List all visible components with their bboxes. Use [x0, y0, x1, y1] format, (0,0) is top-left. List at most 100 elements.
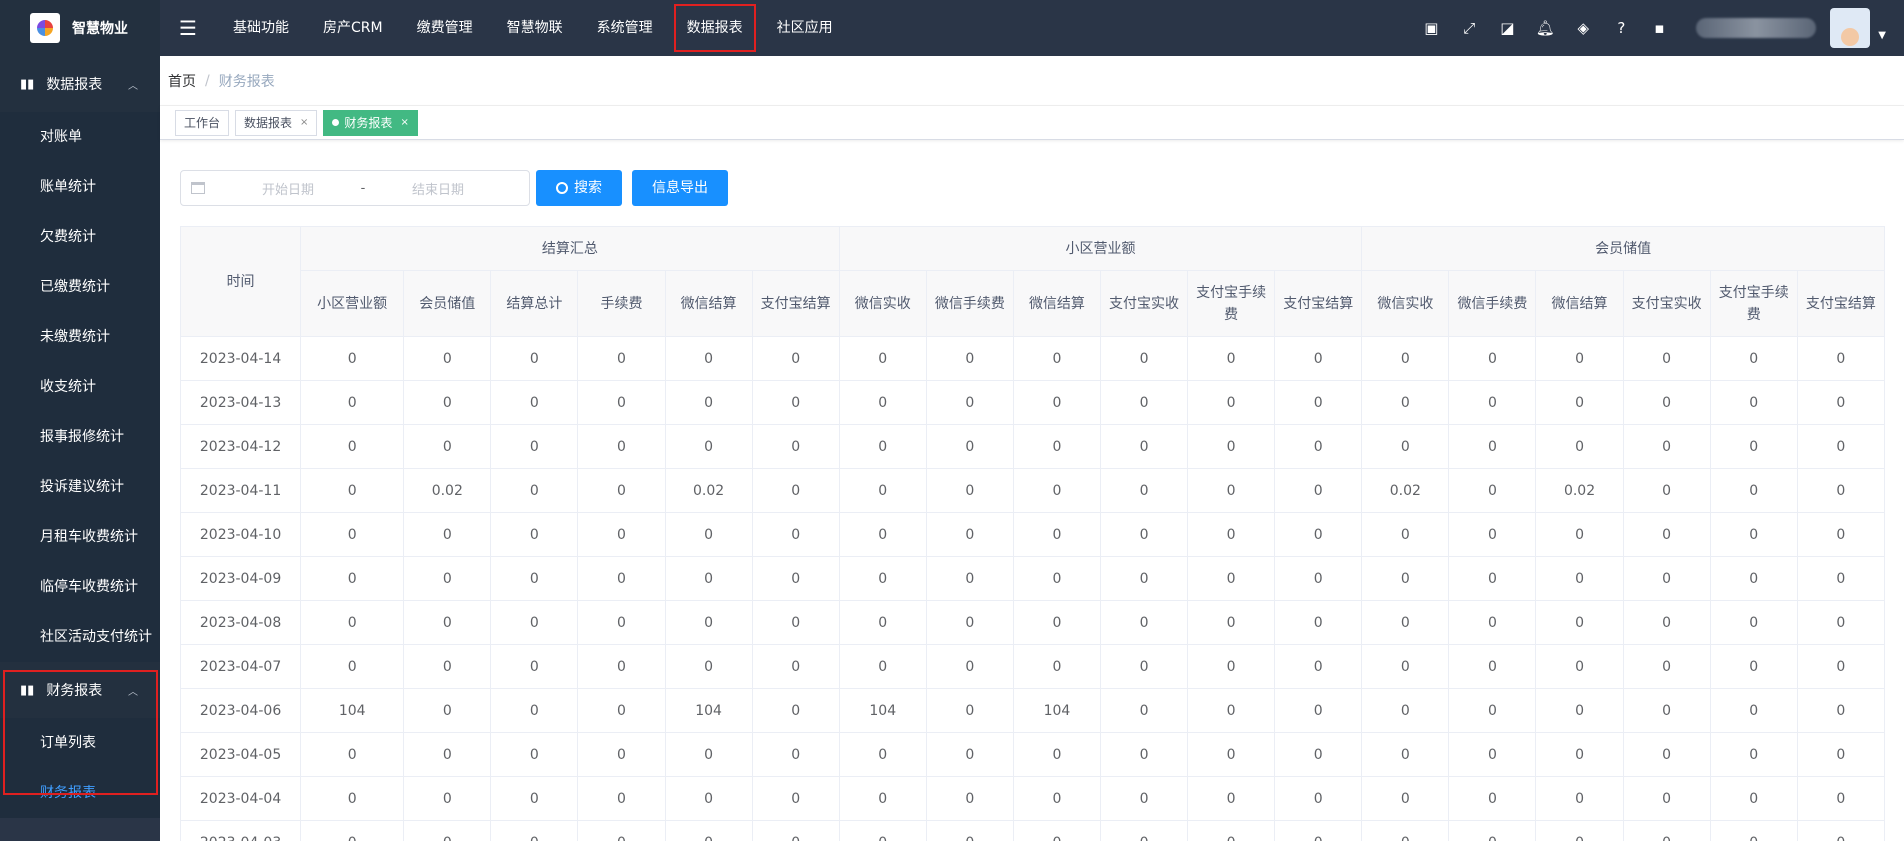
cell-value: 0: [664, 776, 753, 821]
caret-down-icon[interactable]: ▼: [1878, 16, 1886, 41]
sidebar-item-complaint-stats[interactable]: 投诉建议统计: [0, 462, 160, 512]
cell-value: 104: [1012, 688, 1101, 733]
cell-value: 0: [1448, 732, 1537, 777]
start-date-input[interactable]: 开始日期: [223, 179, 353, 198]
cell-value: 0: [925, 468, 1014, 513]
top-nav-community[interactable]: 社区应用: [760, 0, 850, 56]
logo[interactable]: 智慧物业: [0, 0, 160, 56]
close-icon[interactable]: ×: [300, 111, 308, 135]
sidebar-item-arrears-stats[interactable]: 欠费统计: [0, 212, 160, 262]
cell-value: 0: [1622, 732, 1711, 777]
cell-value: 0: [1012, 512, 1101, 557]
cell-value: 0: [490, 600, 579, 645]
tag-data-reports[interactable]: 数据报表 ×: [235, 109, 318, 136]
top-nav-payment[interactable]: 缴费管理: [400, 0, 490, 56]
app-icon[interactable]: ▣: [1412, 0, 1450, 56]
cell-value: 0: [1622, 644, 1711, 689]
cell-value: 0: [1709, 688, 1798, 733]
search-button[interactable]: 搜索: [536, 170, 622, 206]
cell-value: 0: [1535, 600, 1624, 645]
cell-date: 2023-04-09: [179, 556, 302, 601]
top-nav-crm[interactable]: 房产CRM: [306, 0, 400, 56]
cell-value: 0: [1709, 424, 1798, 469]
cell-value: 0: [1012, 820, 1101, 841]
tag-finance-report[interactable]: 财务报表 ×: [323, 109, 418, 136]
hamburger-icon[interactable]: ☰: [160, 0, 216, 56]
cell-value: 0: [1448, 424, 1537, 469]
cell-value: 0: [1796, 424, 1886, 469]
group-member-deposit: 会员储值: [1361, 226, 1885, 271]
cell-date: 2023-04-13: [179, 380, 302, 425]
cell-value: 0: [664, 512, 753, 557]
sidebar-item-finance-report[interactable]: 财务报表: [0, 768, 160, 818]
bar-chart-icon: ▮▮: [20, 682, 35, 698]
cell-value: 0: [1274, 732, 1363, 777]
cell-value: 0: [403, 644, 492, 689]
cell-value: 0: [1796, 600, 1886, 645]
cell-value: 0: [1012, 644, 1101, 689]
sidebar-item-bill-stats[interactable]: 账单统计: [0, 162, 160, 212]
cell-value: 0: [1012, 468, 1101, 513]
avatar[interactable]: [1830, 8, 1871, 48]
finance-table: 时间 结算汇总 小区营业额 会员储值 小区营业额 会员储值 结算总计 手续费 微信结算支…: [179, 226, 1886, 841]
sidebar-group-finance-reports[interactable]: ▮▮ 财务报表 ︿: [0, 662, 160, 718]
cell-value: 0: [1361, 556, 1450, 601]
cell-value: 0: [577, 512, 666, 557]
sidebar-item-monthly-parking[interactable]: 月租车收费统计: [0, 512, 160, 562]
export-button[interactable]: 信息导出: [632, 170, 728, 206]
top-nav-reports[interactable]: 数据报表: [670, 0, 760, 56]
layers-icon[interactable]: ◈: [1564, 0, 1602, 56]
table-subheader-row: 小区营业额 会员储值 结算总计 手续费 微信结算 支付宝结算 微信实收 微信手续费 微信结算 支付…: [181, 270, 1886, 337]
col-header: 微信结算: [1535, 270, 1624, 337]
sidebar-item-statement[interactable]: 对账单: [0, 112, 160, 162]
cell-value: 0: [1012, 776, 1101, 821]
sidebar-group-data-reports[interactable]: ▮▮ 数据报表 ︿: [0, 56, 160, 112]
sidebar-item-temp-parking[interactable]: 临停车收费统计: [0, 562, 160, 612]
cell-value: 0: [1099, 776, 1189, 821]
cell-value: 0: [1622, 600, 1711, 645]
cell-value: 0: [838, 512, 927, 557]
cell-value: 0: [1622, 336, 1711, 381]
sidebar-item-activity-payment[interactable]: 社区活动支付统计: [0, 612, 160, 662]
cell-value: 0: [1622, 424, 1711, 469]
cell-value: 0: [1622, 512, 1711, 557]
cell-date: 2023-04-08: [179, 600, 302, 645]
chart-icon[interactable]: ◪: [1488, 0, 1526, 56]
sidebar-item-repair-stats[interactable]: 报事报修统计: [0, 412, 160, 462]
top-nav-iot[interactable]: 智慧物联: [490, 0, 580, 56]
sidebar-item-unpaid-stats[interactable]: 未缴费统计: [0, 312, 160, 362]
cell-value: 104: [664, 688, 753, 733]
chevron-up-icon: ︿: [128, 80, 138, 92]
fullscreen-icon[interactable]: ⤢: [1450, 0, 1488, 56]
top-nav-system[interactable]: 系统管理: [580, 0, 670, 56]
cell-value: 0: [577, 776, 666, 821]
sidebar-item-order-list[interactable]: 订单列表: [0, 718, 160, 768]
bell-icon[interactable]: 🔔︎: [1526, 0, 1564, 56]
col-time: 时间: [179, 226, 302, 337]
cell-value: 0: [1361, 732, 1450, 777]
cell-value: 0: [1796, 380, 1886, 425]
cell-value: 0: [1099, 512, 1189, 557]
cell-value: 0: [490, 512, 579, 557]
image-icon[interactable]: ▪: [1640, 0, 1678, 56]
date-range-picker[interactable]: 开始日期 - 结束日期: [180, 170, 530, 206]
sidebar-item-income-expense[interactable]: 收支统计: [0, 362, 160, 412]
cell-value: 0: [1361, 380, 1450, 425]
help-icon[interactable]: ?: [1602, 0, 1640, 56]
col-header: 支付宝手续费: [1709, 270, 1798, 337]
cell-value: 0: [577, 468, 666, 513]
top-nav-basic[interactable]: 基础功能: [216, 0, 306, 56]
col-header: 微信结算: [664, 270, 753, 337]
breadcrumb-home[interactable]: 首页: [168, 71, 196, 91]
tag-workbench[interactable]: 工作台: [175, 109, 230, 136]
close-icon[interactable]: ×: [400, 111, 408, 135]
cell-date: 2023-04-12: [179, 424, 302, 469]
cell-value: 0: [751, 380, 840, 425]
sidebar-item-paid-stats[interactable]: 已缴费统计: [0, 262, 160, 312]
cell-value: 0: [1622, 468, 1711, 513]
col-header: 微信手续费: [1448, 270, 1537, 337]
end-date-input[interactable]: 结束日期: [373, 179, 503, 198]
cell-date: 2023-04-07: [179, 644, 302, 689]
cell-value: 0: [1274, 644, 1363, 689]
cell-value: 0: [1535, 512, 1624, 557]
